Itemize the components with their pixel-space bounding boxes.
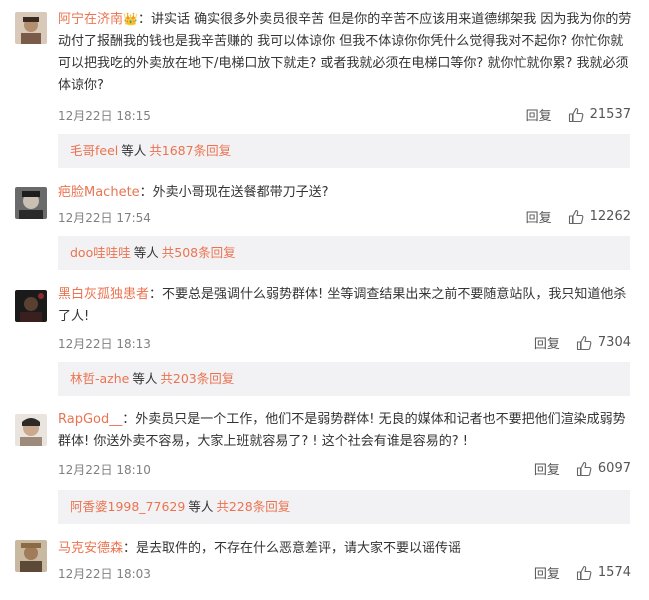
reply-button[interactable]: 回复 (534, 563, 560, 582)
reply-button[interactable]: 回复 (534, 333, 560, 352)
comment-username[interactable]: 疤脸Machete (58, 185, 140, 200)
avatar[interactable] (15, 414, 47, 446)
comment-text: ：外卖小哥现在送餐都带刀子送? (139, 185, 329, 200)
comment-text: ：外卖员只是一个工作，他们不是弱势群体! 无良的媒体和记者也不要把他们渲染成弱势… (58, 412, 626, 449)
thumbs-up-icon (576, 335, 592, 350)
comment-text-block: RapGod__：外卖员只是一个工作，他们不是弱势群体! 无良的媒体和记者也不要… (58, 409, 636, 453)
comment-date: 12月22日 18:15 (58, 109, 151, 123)
like-count: 1574 (597, 565, 631, 580)
comment-date: 12月22日 18:13 (58, 337, 151, 351)
thumbs-up-icon (568, 209, 584, 224)
reply-summary-text: 等人 (188, 499, 214, 514)
reply-summary-count[interactable]: 共228条回复 (216, 499, 290, 514)
reply-summary-text: 等人 (133, 245, 159, 260)
comment-text-block: 疤脸Machete：外卖小哥现在送餐都带刀子送? (58, 182, 636, 204)
avatar[interactable] (15, 187, 47, 219)
comment-actions: 回复 21537 (526, 105, 631, 124)
comment-actions: 回复 1574 (534, 563, 631, 582)
like-count: 7304 (597, 335, 631, 350)
comment-date: 12月22日 18:03 (58, 567, 151, 581)
like-button[interactable]: 21537 (568, 107, 631, 123)
reply-summary-count[interactable]: 共203条回复 (160, 371, 234, 386)
reply-button[interactable]: 回复 (534, 459, 560, 478)
comment-item: RapGod__：外卖员只是一个工作，他们不是弱势群体! 无良的媒体和记者也不要… (0, 402, 649, 524)
comment-username[interactable]: 黑白灰孤独患者 (58, 287, 149, 302)
comment-item: 马克安德森：是去取件的，不存在什么恶意差评，请大家不要以谣传谣 12月22日 1… (0, 530, 649, 600)
comment-username[interactable]: 马克安德森 (58, 541, 123, 556)
comment-text: ：是去取件的，不存在什么恶意差评，请大家不要以谣传谣 (123, 541, 462, 556)
reply-summary-user[interactable]: 毛哥feel (70, 143, 118, 158)
like-count: 12262 (589, 209, 631, 224)
reply-summary[interactable]: 林哲-azhe 等人 共203条回复 (58, 362, 630, 396)
reply-summary-text: 等人 (121, 143, 147, 158)
reply-summary[interactable]: doo哇哇哇 等人 共508条回复 (58, 236, 630, 270)
comment-date: 12月22日 17:54 (58, 211, 151, 225)
comment-item: 疤脸Machete：外卖小哥现在送餐都带刀子送? 12月22日 17:54 回复… (0, 172, 649, 292)
like-count: 21537 (589, 107, 631, 122)
reply-summary-count[interactable]: 共1687条回复 (149, 143, 231, 158)
comment-username[interactable]: 阿宁在济南 (58, 12, 123, 27)
comment-actions: 回复 12262 (526, 207, 631, 226)
like-count: 6097 (597, 461, 631, 476)
comment-text: ：讲实话 确实很多外卖员很辛苦 但是你的辛苦不应该用来道德绑架我 因为我为你的劳… (58, 12, 632, 93)
avatar[interactable] (15, 540, 47, 572)
reply-button[interactable]: 回复 (526, 105, 552, 124)
comment-date: 12月22日 18:10 (58, 463, 151, 477)
avatar[interactable] (15, 290, 47, 322)
comment-item: 黑白灰孤独患者：不要总是强调什么弱势群体! 坐等调查结果出来之前不要随意站队，我… (0, 280, 649, 402)
avatar[interactable] (15, 12, 47, 44)
like-button[interactable]: 7304 (576, 335, 631, 351)
reply-summary-count[interactable]: 共508条回复 (162, 245, 236, 260)
crown-badge-icon: 👑 (123, 12, 138, 26)
comment-actions: 回复 7304 (534, 333, 631, 352)
comment-text-block: 马克安德森：是去取件的，不存在什么恶意差评，请大家不要以谣传谣 (58, 538, 636, 560)
comment-text-block: 黑白灰孤独患者：不要总是强调什么弱势群体! 坐等调查结果出来之前不要随意站队，我… (58, 284, 636, 328)
thumbs-up-icon (576, 461, 592, 476)
comment-username[interactable]: RapGod__ (58, 412, 122, 427)
reply-summary-user[interactable]: doo哇哇哇 (70, 245, 131, 260)
thumbs-up-icon (568, 107, 584, 122)
like-button[interactable]: 6097 (576, 461, 631, 477)
reply-summary[interactable]: 毛哥feel 等人 共1687条回复 (58, 134, 630, 168)
reply-summary-text: 等人 (132, 371, 158, 386)
reply-button[interactable]: 回复 (526, 207, 552, 226)
thumbs-up-icon (576, 565, 592, 580)
reply-summary[interactable]: 阿香婆1998_77629 等人 共228条回复 (58, 490, 630, 524)
comment-text-block: 阿宁在济南👑：讲实话 确实很多外卖员很辛苦 但是你的辛苦不应该用来道德绑架我 因… (58, 8, 636, 97)
reply-summary-user[interactable]: 阿香婆1998_77629 (70, 499, 185, 514)
comment-item: 阿宁在济南👑：讲实话 确实很多外卖员很辛苦 但是你的辛苦不应该用来道德绑架我 因… (0, 0, 649, 172)
like-button[interactable]: 1574 (576, 565, 631, 581)
comment-actions: 回复 6097 (534, 459, 631, 478)
reply-summary-user[interactable]: 林哲-azhe (70, 371, 129, 386)
like-button[interactable]: 12262 (568, 209, 631, 225)
